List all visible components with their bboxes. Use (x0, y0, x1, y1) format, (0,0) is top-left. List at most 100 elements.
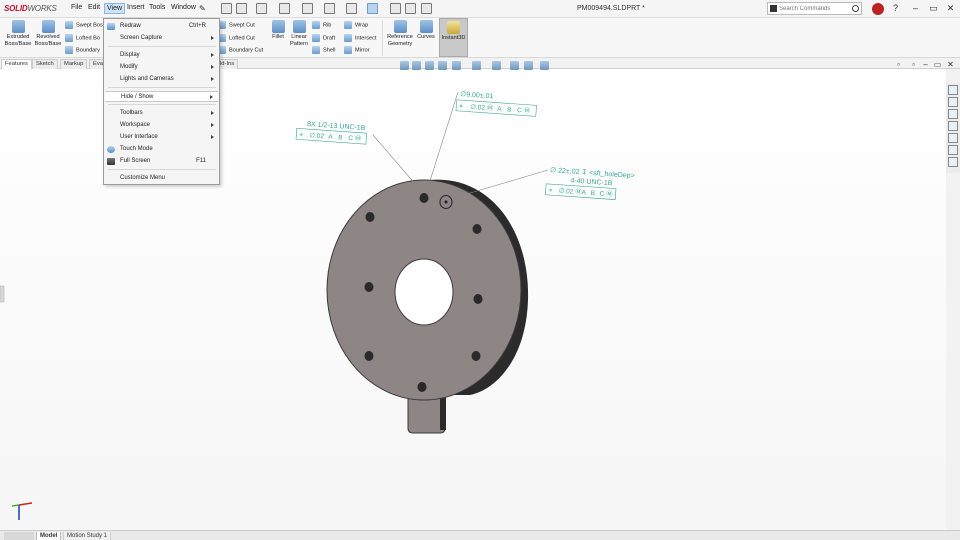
submenu-arrow-icon (211, 65, 214, 69)
viewport-restore-icon[interactable]: ▭ (932, 61, 943, 69)
menu-item-workspace[interactable]: Workspace (104, 120, 219, 131)
rib-button[interactable]: Rib (312, 21, 331, 29)
file-explorer-icon[interactable] (948, 109, 958, 119)
viewport-tile-icon[interactable]: ▫ (893, 61, 904, 69)
menu-item-touch-mode[interactable]: Touch Mode (104, 144, 219, 155)
menu-edit[interactable]: Edit (88, 4, 100, 11)
tab-markup[interactable]: Markup (60, 59, 88, 69)
hole-callout-right[interactable]: ∅.22±.02 ↧ <sft_holeDep> 4-40 UNC-1B ⌖ ∅… (545, 166, 635, 201)
boundary-boss-button[interactable]: Boundary (65, 46, 100, 54)
menu-item-toolbars[interactable]: Toolbars (104, 108, 219, 119)
view-orientation-icon[interactable] (472, 61, 481, 70)
menu-window[interactable]: Window (171, 4, 196, 11)
search-input[interactable] (779, 4, 849, 14)
small-tapped-hole-center (444, 200, 448, 204)
solidworks-logo[interactable]: SOLIDWORKS (4, 4, 57, 13)
menu-item-display[interactable]: Display (104, 50, 219, 61)
save-icon[interactable] (279, 3, 290, 14)
select-icon[interactable] (367, 3, 378, 14)
menu-insert[interactable]: Insert (127, 4, 145, 11)
touch-mode-icon (107, 146, 115, 153)
linear-pattern-button[interactable]: Linear Pattern (287, 20, 311, 47)
reference-geometry-button[interactable]: Reference Geometry (385, 20, 415, 47)
viewport-minimize-icon[interactable]: – (920, 61, 931, 69)
design-library-icon[interactable] (948, 97, 958, 107)
menu-item-full-screen[interactable]: Full Screen F11 (104, 156, 219, 167)
view-settings-icon[interactable] (540, 61, 549, 70)
draft-icon (312, 34, 320, 42)
search-commands-box[interactable] (767, 2, 862, 15)
menu-item-modify[interactable]: Modify (104, 62, 219, 73)
curves-button[interactable]: Curves (416, 20, 436, 41)
menu-item-lights-and-cameras[interactable]: Lights and Cameras (104, 74, 219, 85)
custom-properties-icon[interactable] (948, 145, 958, 155)
traffic-light-icon[interactable] (390, 3, 401, 14)
options-gear-icon[interactable] (421, 3, 432, 14)
open-icon[interactable] (256, 3, 267, 14)
print-icon[interactable] (302, 3, 313, 14)
zoom-to-area-icon[interactable] (412, 61, 421, 70)
fillet-button[interactable]: Fillet (269, 20, 287, 41)
mirror-button[interactable]: Mirror (344, 46, 370, 54)
menu-item-redraw[interactable]: Redraw Ctrl+R (104, 21, 219, 32)
revolved-boss-button[interactable]: Revolved Boss/Base (33, 20, 63, 47)
menu-file[interactable]: File (71, 4, 82, 11)
menu-item-user-interface[interactable]: User Interface (104, 132, 219, 143)
viewport-close-icon[interactable]: ✕ (945, 61, 956, 69)
search-icon[interactable] (852, 5, 859, 12)
edit-appearance-icon[interactable] (524, 61, 533, 70)
hide-show-items-icon[interactable] (510, 61, 519, 70)
menu-item-hide-show[interactable]: Hide / Show (105, 91, 218, 102)
home-icon[interactable] (221, 3, 232, 14)
close-button[interactable]: ✕ (945, 3, 956, 14)
file-properties-icon[interactable] (405, 3, 416, 14)
help-icon[interactable]: ? (890, 3, 901, 14)
menu-view[interactable]: View (104, 3, 126, 14)
lofted-boss-button[interactable]: Lofted Bo (65, 34, 100, 42)
tab-features[interactable]: Features (1, 59, 32, 69)
redo-icon[interactable] (346, 3, 357, 14)
tab-motion-study-1[interactable]: Motion Study 1 (63, 532, 112, 540)
navigation-arrows[interactable] (4, 532, 34, 540)
extruded-boss-button[interactable]: Extruded Boss/Base (3, 20, 33, 47)
section-view-icon[interactable] (438, 61, 447, 70)
menu-item-label: Touch Mode (120, 146, 153, 152)
wrap-button[interactable]: Wrap (344, 21, 368, 29)
swept-boss-button[interactable]: Swept Boss (65, 21, 106, 29)
intersect-button[interactable]: Intersect (344, 34, 376, 42)
zoom-to-fit-icon[interactable] (400, 61, 409, 70)
lofted-cut-button[interactable]: Lofted Cut (218, 34, 255, 42)
label: Extruded (6, 34, 30, 40)
shell-button[interactable]: Shell (312, 46, 335, 54)
callout-text: 8X 1/2-13 UNC-1B (307, 121, 366, 132)
display-style-icon[interactable] (492, 61, 501, 70)
new-document-icon[interactable] (236, 3, 247, 14)
menu-tools[interactable]: Tools (149, 4, 165, 11)
forum-icon[interactable] (948, 157, 958, 167)
maximize-button[interactable]: ▭ (928, 3, 939, 14)
draft-button[interactable]: Draft (312, 34, 335, 42)
minimize-button[interactable]: – (910, 3, 921, 14)
menu-item-customize-menu[interactable]: Customize Menu (104, 173, 219, 184)
solidworks-resources-icon[interactable] (948, 85, 958, 95)
menu-item-label: Lights and Cameras (120, 76, 174, 82)
boundary-cut-button[interactable]: Boundary Cut (218, 46, 263, 54)
swept-cut-button[interactable]: Swept Cut (218, 21, 255, 29)
tab-model[interactable]: Model (36, 532, 62, 540)
viewport-split-icon[interactable]: ▫ (908, 61, 919, 69)
view-palette-icon[interactable] (948, 121, 958, 131)
user-avatar[interactable] (872, 3, 884, 15)
dynamic-annotation-icon[interactable] (452, 61, 461, 70)
appearances-icon[interactable] (948, 133, 958, 143)
tab-sketch[interactable]: Sketch (32, 59, 58, 69)
panel-collapse-handle[interactable] (0, 285, 5, 303)
undo-icon[interactable] (324, 3, 335, 14)
dimension-annotation-top[interactable]: ∅9.00±.01 ⌖ ∅.02 Ⓜ A B C Ⓜ (455, 91, 537, 117)
instant3d-button[interactable]: Instant3D (439, 18, 468, 57)
fillet-icon (271, 20, 285, 33)
bolt-hole (419, 193, 429, 203)
pin-icon[interactable]: ✎ (199, 4, 210, 15)
hole-callout-left[interactable]: 8X 1/2-13 UNC-1B ⌖ ∅.02 A B C Ⓜ (295, 120, 367, 145)
menu-item-screen-capture[interactable]: Screen Capture (104, 33, 219, 44)
previous-view-icon[interactable] (425, 61, 434, 70)
